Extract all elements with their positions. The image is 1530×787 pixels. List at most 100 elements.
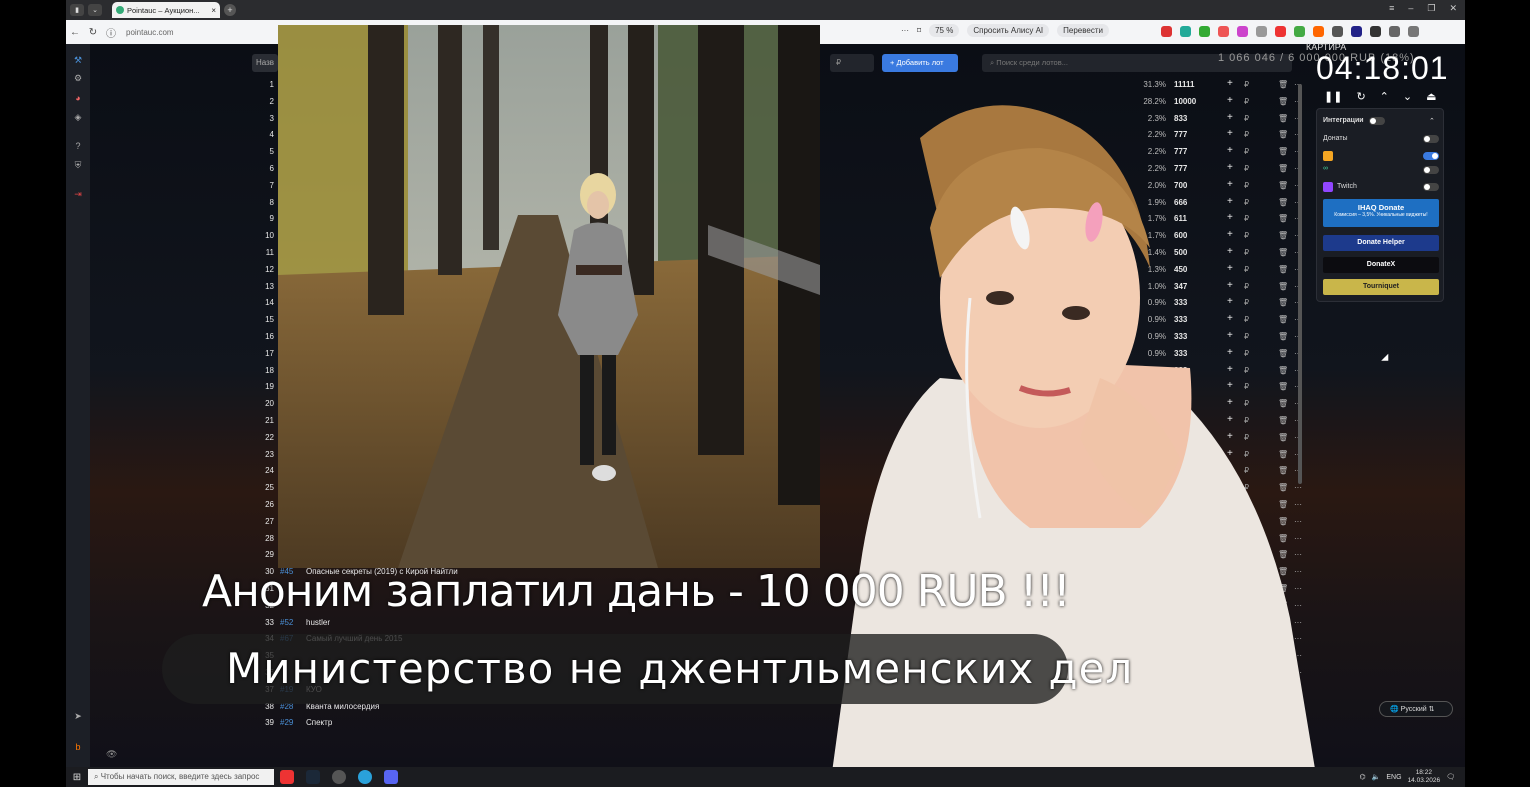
yandex-browser-icon[interactable] xyxy=(280,770,294,784)
tab-title: Pointauc – Аукцион... xyxy=(127,5,200,15)
lot-number: 22 xyxy=(265,432,274,442)
reset-icon[interactable]: ↻ xyxy=(1356,90,1365,103)
extension-icon[interactable] xyxy=(1256,26,1267,37)
language-select[interactable]: 🌐 Русский ⇅ xyxy=(1379,701,1453,717)
brand-icon[interactable]: b xyxy=(72,741,84,753)
lot-search-placeholder: Поиск среди лотов... xyxy=(996,58,1068,67)
add-amount-icon[interactable]: + xyxy=(1227,78,1233,89)
integrations-toggle[interactable] xyxy=(1369,117,1385,125)
tab-menu-button[interactable]: ▮ xyxy=(70,4,84,16)
shield-icon[interactable]: ⛨ xyxy=(72,159,84,171)
taskbar-date: 14.03.2026 xyxy=(1407,777,1441,784)
layers-icon[interactable]: ◈ xyxy=(72,111,84,123)
browser-tab[interactable]: Pointauc – Аукцион... × xyxy=(112,2,220,18)
restore-button[interactable]: ❐ xyxy=(1427,3,1435,14)
discord-icon[interactable] xyxy=(384,770,398,784)
eject-icon[interactable]: ⏏ xyxy=(1426,90,1436,103)
favicon-icon xyxy=(116,6,124,14)
trash-icon[interactable]: 🗑 xyxy=(1278,80,1288,89)
collapse-icon[interactable]: ⌃ xyxy=(1429,117,1439,125)
tab-close-icon[interactable]: × xyxy=(211,6,216,15)
wheel-icon[interactable]: ◕ xyxy=(72,92,84,104)
menu-icon[interactable]: ≡ xyxy=(1389,3,1394,14)
extension-icon[interactable] xyxy=(1389,26,1400,37)
reload-icon[interactable]: ↻ xyxy=(84,27,102,38)
lot-number: 28 xyxy=(265,533,274,543)
logout-icon[interactable]: ⇥ xyxy=(72,188,84,200)
back-icon[interactable]: ← xyxy=(66,27,84,38)
lot-name[interactable]: Спектр xyxy=(306,718,332,727)
lot-number: 2 xyxy=(269,96,274,106)
lot-number: 29 xyxy=(265,550,274,560)
obs-icon[interactable] xyxy=(332,770,346,784)
zoom-indicator[interactable]: 75 % xyxy=(929,24,960,37)
pause-icon[interactable]: ❚❚ xyxy=(1324,90,1342,103)
donationalerts-toggle[interactable] xyxy=(1423,152,1439,160)
lot-number: 24 xyxy=(265,466,274,476)
extension-icon[interactable] xyxy=(1408,26,1419,37)
gear-icon[interactable]: ⚙ xyxy=(72,72,84,84)
help-icon[interactable]: ? xyxy=(72,140,84,152)
extension-icon[interactable] xyxy=(1351,26,1362,37)
telegram-icon[interactable]: ➤ xyxy=(72,710,84,722)
add-lot-button[interactable]: + Добавить лот xyxy=(882,54,958,72)
translate-button[interactable]: Перевести xyxy=(1057,24,1109,37)
extension-icon[interactable] xyxy=(1294,26,1305,37)
tab-list-button[interactable]: ⌄ xyxy=(88,4,102,16)
donate-helper-button[interactable]: Donate Helper xyxy=(1323,235,1439,251)
lot-number: 15 xyxy=(265,315,274,325)
screen: ▮ ⌄ Pointauc – Аукцион... × + ≡ – ❐ ✕ ← … xyxy=(66,0,1465,787)
telegram-app-icon[interactable] xyxy=(358,770,372,784)
url-field[interactable]: pointauc.com xyxy=(126,28,174,37)
new-tab-button[interactable]: + xyxy=(224,4,236,16)
extension-icon[interactable] xyxy=(1313,26,1324,37)
hammer-icon[interactable]: ⚒ xyxy=(72,54,84,66)
donation-caption: Аноним заплатил дань - 10 000 RUB !!! xyxy=(202,566,1071,617)
extension-icon[interactable] xyxy=(1180,26,1191,37)
ask-alice-button[interactable]: Спросить Алису AI xyxy=(967,24,1050,37)
close-window-button[interactable]: ✕ xyxy=(1449,3,1457,14)
extension-icon[interactable] xyxy=(1161,26,1172,37)
minimize-button[interactable]: – xyxy=(1408,3,1413,14)
chevron-up-icon[interactable]: ⌃ xyxy=(1380,90,1389,103)
extension-icon[interactable] xyxy=(1218,26,1229,37)
donatex-button[interactable]: DonateX xyxy=(1323,257,1439,273)
extension-icon[interactable] xyxy=(1275,26,1286,37)
lot-number: 17 xyxy=(265,348,274,358)
twitch-icon xyxy=(1323,182,1333,192)
input-language[interactable]: ENG xyxy=(1386,774,1401,781)
video-overlay xyxy=(278,25,820,568)
lot-amount-input[interactable]: ₽ xyxy=(830,54,874,72)
volume-icon[interactable]: 🔈 xyxy=(1372,773,1381,781)
network-icon[interactable]: ⌬ xyxy=(1360,773,1366,781)
boosty-icon: ∞ xyxy=(1323,165,1328,172)
more-icon[interactable]: ··· xyxy=(901,26,909,35)
taskbar-search-placeholder: Чтобы начать поиск, введите здесь запрос xyxy=(100,772,260,781)
extension-icon[interactable] xyxy=(1332,26,1343,37)
browser-tab-bar: ▮ ⌄ Pointauc – Аукцион... × + ≡ – ❐ ✕ xyxy=(66,0,1465,20)
extension-icon[interactable] xyxy=(1199,26,1210,37)
site-info-icon[interactable]: ⓘ xyxy=(102,25,120,40)
tourniquet-button[interactable]: Tourniquet xyxy=(1323,279,1439,295)
chevron-down-icon[interactable]: ⌄ xyxy=(1403,90,1412,103)
extension-icon[interactable] xyxy=(1370,26,1381,37)
lot-number: 21 xyxy=(265,416,274,425)
bookmark-icon[interactable]: ⌑ xyxy=(917,26,921,35)
taskbar-search[interactable]: ⌕ Чтобы начать поиск, введите здесь запр… xyxy=(88,769,274,785)
lot-number: 3 xyxy=(269,113,274,123)
notifications-icon[interactable]: 🗨 xyxy=(1446,773,1455,781)
extension-icon[interactable] xyxy=(1237,26,1248,37)
lot-number: 33 xyxy=(265,617,274,627)
lot-amount: 11111 xyxy=(1174,80,1195,89)
lot-name[interactable]: hustler xyxy=(306,618,330,627)
windows-start-icon[interactable]: ⊞ xyxy=(66,772,88,783)
steam-icon[interactable] xyxy=(306,770,320,784)
donations-toggle[interactable] xyxy=(1423,135,1439,143)
lot-number: 12 xyxy=(265,264,274,274)
lot-name-input[interactable]: Назв xyxy=(252,54,278,72)
eye-icon[interactable]: 👁 xyxy=(106,749,117,760)
ihaq-donate-button[interactable]: IHAQ Donate Комиссия – 3,5%. Уникальные … xyxy=(1323,199,1439,227)
boosty-toggle[interactable] xyxy=(1423,166,1439,174)
taskbar-clock[interactable]: 18:22 14.03.2026 xyxy=(1408,769,1441,785)
twitch-toggle[interactable] xyxy=(1423,183,1439,191)
